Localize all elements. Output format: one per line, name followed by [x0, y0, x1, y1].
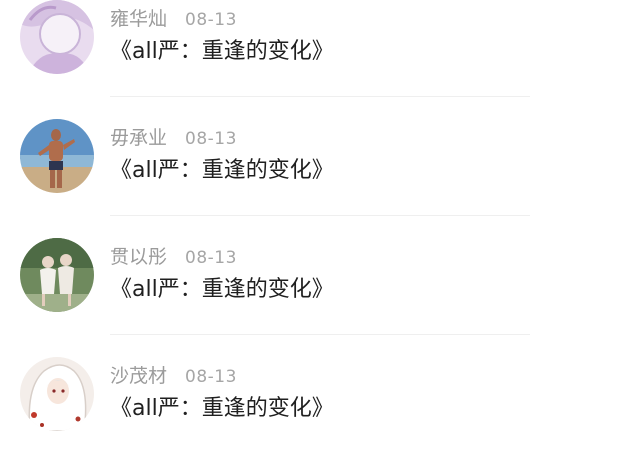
username[interactable]: 雍华灿: [110, 8, 167, 30]
white-hair-anime-avatar: [20, 357, 94, 431]
comment-date: 08-13: [185, 248, 237, 268]
comment-text: 《all严：重逢的变化》: [110, 277, 334, 302]
comment-date: 08-13: [185, 129, 237, 149]
avatar[interactable]: [20, 357, 94, 431]
comment-item[interactable]: 雍华灿 08-13 《all严：重逢的变化》: [0, 0, 640, 100]
avatar[interactable]: [20, 0, 94, 74]
comment-list: 雍华灿 08-13 《all严：重逢的变化》 毋承业 08-13 《all严：重逢的…: [0, 0, 640, 456]
avatar[interactable]: [20, 238, 94, 312]
comment-date: 08-13: [185, 367, 237, 387]
divider: [110, 96, 530, 97]
two-girls-garden-avatar: [20, 238, 94, 312]
comment-item[interactable]: 沙茂材 08-13 《all严：重逢的变化》: [0, 357, 640, 457]
divider: [110, 215, 530, 216]
comment-date: 08-13: [185, 10, 237, 30]
username[interactable]: 毋承业: [110, 127, 167, 149]
comment-item[interactable]: 贯以彤 08-13 《all严：重逢的变化》: [0, 238, 640, 338]
comment-item[interactable]: 毋承业 08-13 《all严：重逢的变化》: [0, 119, 640, 219]
comment-text: 《all严：重逢的变化》: [110, 396, 334, 421]
anime-girl-lavender-avatar: [20, 0, 94, 74]
comment-text: 《all严：重逢的变化》: [110, 39, 334, 64]
avatar[interactable]: [20, 119, 94, 193]
username[interactable]: 沙茂材: [110, 365, 167, 387]
username[interactable]: 贯以彤: [110, 246, 167, 268]
divider: [110, 334, 530, 335]
beach-runner-avatar: [20, 119, 94, 193]
comment-text: 《all严：重逢的变化》: [110, 158, 334, 183]
